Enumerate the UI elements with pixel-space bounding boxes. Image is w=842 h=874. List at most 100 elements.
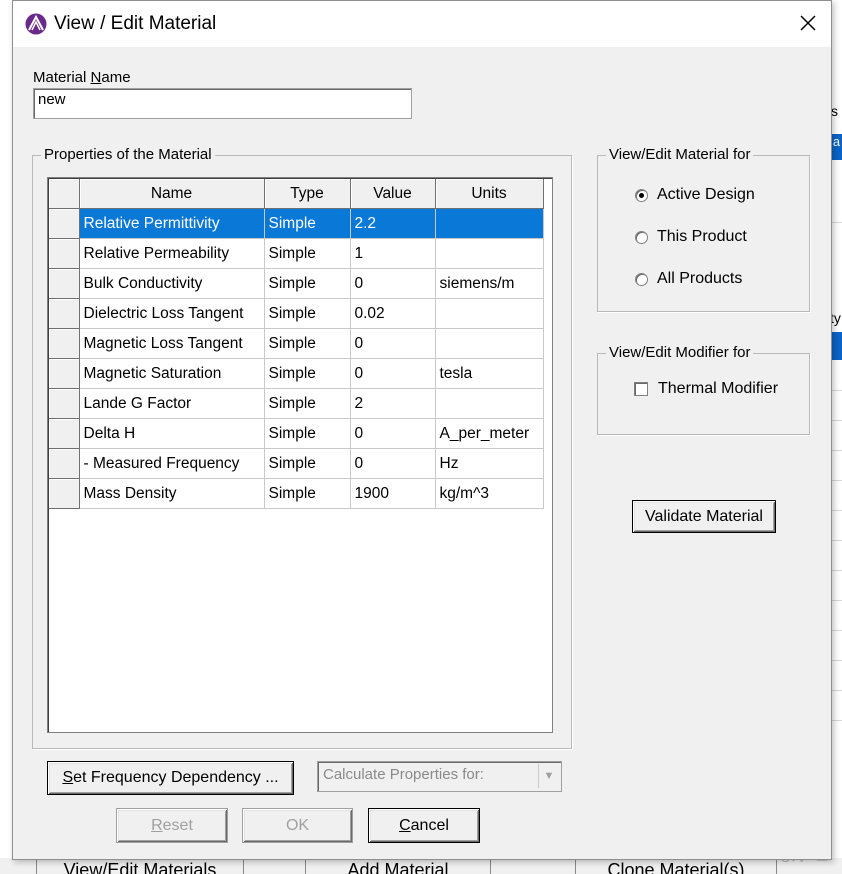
- row-header[interactable]: [49, 448, 80, 479]
- add-material-button[interactable]: Add Material: [305, 858, 491, 874]
- view-edit-materials-button[interactable]: View/Edit Materials: [36, 858, 244, 874]
- property-units-cell[interactable]: kg/m^3: [435, 478, 544, 509]
- table-row[interactable]: Magnetic Saturation Simple 0 tesla: [49, 358, 544, 389]
- close-button[interactable]: [785, 1, 831, 47]
- property-name-cell[interactable]: - Measured Frequency: [79, 448, 265, 479]
- property-name-cell[interactable]: Magnetic Loss Tangent: [79, 328, 265, 359]
- cancel-button[interactable]: Cancel: [368, 808, 480, 843]
- table-header-row: Name Type Value Units: [49, 179, 544, 209]
- thermal-modifier-checkbox[interactable]: Thermal Modifier: [634, 380, 778, 398]
- app-logo-icon: [25, 13, 47, 35]
- calculate-properties-value: Calculate Properties for:: [323, 766, 484, 783]
- title-bar: View / Edit Material: [13, 1, 831, 47]
- table-row[interactable]: - Measured Frequency Simple 0 Hz: [49, 448, 544, 479]
- reset-button[interactable]: Reset: [116, 808, 228, 843]
- radio-active-design[interactable]: Active Design: [635, 186, 755, 204]
- row-header[interactable]: [49, 358, 80, 389]
- calculate-properties-select[interactable]: Calculate Properties for: ▼: [317, 761, 562, 792]
- radio-label: This Product: [657, 228, 747, 245]
- table-row[interactable]: Mass Density Simple 1900 kg/m^3: [49, 478, 544, 509]
- table-row[interactable]: Bulk Conductivity Simple 0 siemens/m: [49, 268, 544, 299]
- ok-button[interactable]: OK: [242, 808, 353, 843]
- column-header-name[interactable]: Name: [79, 179, 265, 209]
- property-units-cell[interactable]: [435, 388, 544, 419]
- property-name-cell[interactable]: Dielectric Loss Tangent: [79, 298, 265, 329]
- property-type-cell[interactable]: Simple: [264, 328, 351, 359]
- radio-button[interactable]: [635, 272, 648, 286]
- property-name-cell[interactable]: Relative Permittivity: [79, 208, 265, 239]
- property-type-cell[interactable]: Simple: [264, 478, 351, 509]
- property-type-cell[interactable]: Simple: [264, 268, 351, 299]
- close-icon: [800, 11, 816, 37]
- property-type-cell[interactable]: Simple: [264, 298, 351, 329]
- property-value-cell[interactable]: 1: [350, 238, 436, 269]
- set-frequency-dependency-button[interactable]: Set Frequency Dependency ...: [47, 761, 294, 795]
- property-value-cell[interactable]: 0: [350, 448, 436, 479]
- row-header[interactable]: [49, 478, 80, 509]
- property-value-cell[interactable]: 2: [350, 388, 436, 419]
- column-header-value[interactable]: Value: [350, 179, 436, 209]
- properties-group-title: Properties of the Material: [41, 146, 215, 163]
- property-name-cell[interactable]: Bulk Conductivity: [79, 268, 265, 299]
- property-value-cell[interactable]: 0.02: [350, 298, 436, 329]
- thermal-modifier-label: Thermal Modifier: [658, 380, 779, 397]
- property-units-cell[interactable]: tesla: [435, 358, 544, 389]
- column-header-units[interactable]: Units: [435, 179, 544, 209]
- radio-label: Active Design: [657, 186, 755, 203]
- validate-material-button[interactable]: Validate Material: [632, 500, 776, 533]
- radio-label: All Products: [657, 270, 743, 287]
- properties-grid[interactable]: Name Type Value Units Relative Permittiv…: [47, 177, 553, 733]
- radio-button[interactable]: [635, 230, 648, 244]
- property-units-cell[interactable]: [435, 298, 544, 329]
- corner-header-cell[interactable]: [49, 179, 80, 209]
- view-edit-material-for-title: View/Edit Material for: [606, 146, 754, 163]
- table-row[interactable]: Relative Permeability Simple 1: [49, 238, 544, 269]
- property-type-cell[interactable]: Simple: [264, 358, 351, 389]
- table-row[interactable]: Dielectric Loss Tangent Simple 0.02: [49, 298, 544, 329]
- table-row[interactable]: Magnetic Loss Tangent Simple 0: [49, 328, 544, 359]
- property-value-cell[interactable]: 0: [350, 358, 436, 389]
- property-type-cell[interactable]: Simple: [264, 388, 351, 419]
- property-type-cell[interactable]: Simple: [264, 208, 351, 239]
- property-name-cell[interactable]: Delta H: [79, 418, 265, 449]
- column-header-type[interactable]: Type: [264, 179, 351, 209]
- property-type-cell[interactable]: Simple: [264, 238, 351, 269]
- view-edit-material-dialog: View / Edit Material Material Name new P…: [12, 0, 832, 860]
- radio-all-products[interactable]: All Products: [635, 270, 742, 288]
- material-name-input[interactable]: new: [33, 88, 412, 119]
- properties-table: Name Type Value Units Relative Permittiv…: [49, 179, 544, 509]
- property-name-cell[interactable]: Lande G Factor: [79, 388, 265, 419]
- checkbox-box[interactable]: [634, 382, 648, 396]
- table-row[interactable]: Lande G Factor Simple 2: [49, 388, 544, 419]
- background-header-text: s: [831, 103, 838, 119]
- property-value-cell[interactable]: 0: [350, 418, 436, 449]
- row-header[interactable]: [49, 298, 80, 329]
- row-header[interactable]: [49, 328, 80, 359]
- property-units-cell[interactable]: Hz: [435, 448, 544, 479]
- row-header[interactable]: [49, 388, 80, 419]
- row-header[interactable]: [49, 268, 80, 299]
- chevron-down-icon[interactable]: ▼: [538, 764, 559, 788]
- material-name-label: Material Name: [33, 69, 131, 86]
- radio-button-selected[interactable]: [635, 188, 648, 202]
- property-value-cell[interactable]: 1900: [350, 478, 436, 509]
- table-row[interactable]: Relative Permittivity Simple 2.2: [49, 208, 544, 239]
- property-type-cell[interactable]: Simple: [264, 448, 351, 479]
- row-header[interactable]: [49, 418, 80, 449]
- property-units-cell[interactable]: [435, 328, 544, 359]
- radio-this-product[interactable]: This Product: [635, 228, 747, 246]
- property-value-cell[interactable]: 2.2: [350, 208, 436, 239]
- property-name-cell[interactable]: Relative Permeability: [79, 238, 265, 269]
- table-row[interactable]: Delta H Simple 0 A_per_meter: [49, 418, 544, 449]
- property-type-cell[interactable]: Simple: [264, 418, 351, 449]
- property-units-cell[interactable]: A_per_meter: [435, 418, 544, 449]
- property-units-cell[interactable]: [435, 238, 544, 269]
- row-header[interactable]: [49, 208, 80, 239]
- property-name-cell[interactable]: Magnetic Saturation: [79, 358, 265, 389]
- property-units-cell[interactable]: siemens/m: [435, 268, 544, 299]
- row-header[interactable]: [49, 238, 80, 269]
- property-value-cell[interactable]: 0: [350, 328, 436, 359]
- property-units-cell[interactable]: [435, 208, 544, 239]
- property-name-cell[interactable]: Mass Density: [79, 478, 265, 509]
- property-value-cell[interactable]: 0: [350, 268, 436, 299]
